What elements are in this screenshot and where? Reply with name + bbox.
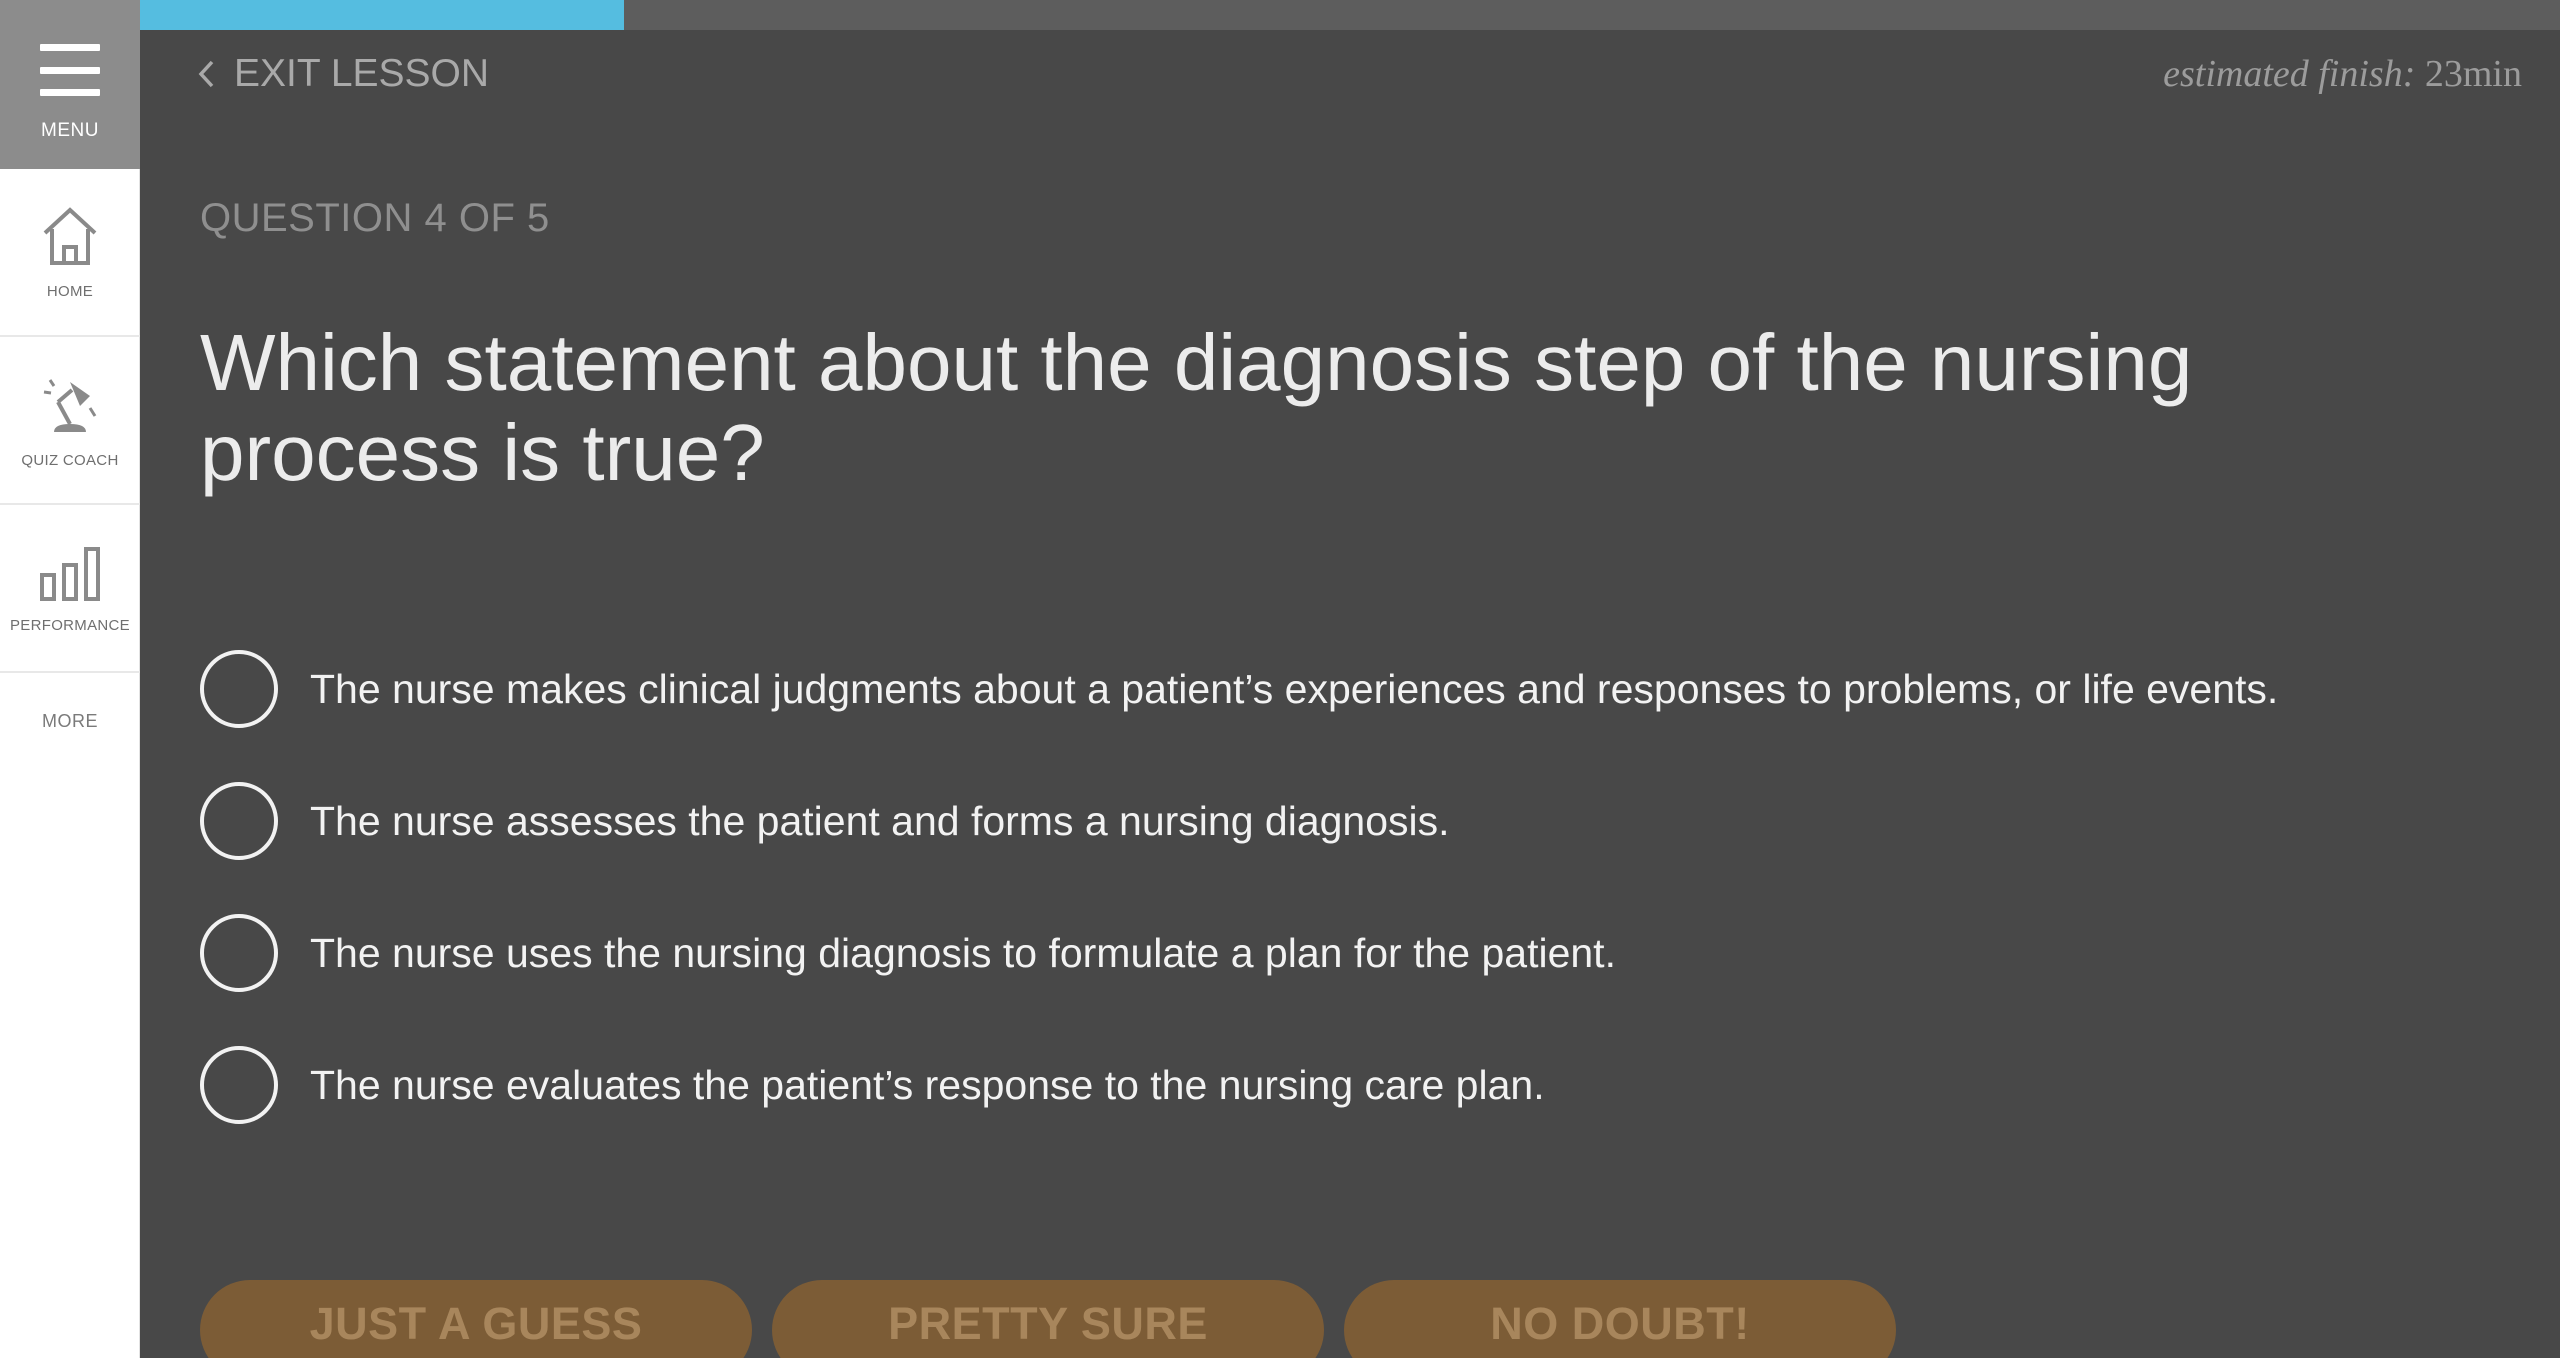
just-a-guess-button[interactable]: JUST A GUESS <box>200 1280 752 1358</box>
lesson-progress-bar <box>140 0 2560 30</box>
radio-button[interactable] <box>200 1046 278 1124</box>
estimated-finish-value: 23min <box>2415 53 2522 95</box>
sidebar-item-label: PERFORMANCE <box>10 616 130 634</box>
sidebar-item-performance[interactable]: PERFORMANCE <box>0 505 140 673</box>
sidebar: MENU HOME QUIZ COACH PERFORMANCE MORE <box>0 0 140 1358</box>
sidebar-item-label: HOME <box>46 282 94 300</box>
chevron-left-icon <box>198 60 214 88</box>
answer-choice-text: The nurse uses the nursing diagnosis to … <box>310 929 1616 976</box>
pretty-sure-button[interactable]: PRETTY SURE <box>772 1280 1324 1358</box>
radio-button[interactable] <box>200 650 278 728</box>
sidebar-item-label: QUIZ COACH <box>21 451 119 469</box>
confidence-buttons: JUST A GUESS PRETTY SURE NO DOUBT! <box>200 1280 1896 1358</box>
answer-choice[interactable]: The nurse assesses the patient and forms… <box>200 782 2278 860</box>
exit-lesson-button[interactable]: EXIT LESSON <box>196 52 489 96</box>
more-button[interactable]: MORE <box>0 673 140 769</box>
answer-choice-text: The nurse evaluates the patient’s respon… <box>310 1061 1545 1108</box>
radio-button[interactable] <box>200 782 278 860</box>
menu-label: MENU <box>41 120 99 141</box>
question-counter: QUESTION 4 OF 5 <box>200 196 550 240</box>
desk-lamp-icon <box>43 378 97 432</box>
question-text: Which statement about the diagnosis step… <box>200 318 2193 497</box>
answer-choices: The nurse makes clinical judgments about… <box>200 650 2278 1178</box>
no-doubt-button[interactable]: NO DOUBT! <box>1344 1280 1896 1358</box>
answer-choice-text: The nurse makes clinical judgments about… <box>310 665 2279 712</box>
exit-lesson-label: EXIT LESSON <box>234 52 490 95</box>
answer-choice[interactable]: The nurse makes clinical judgments about… <box>200 650 2278 728</box>
lesson-progress-fill <box>140 0 624 30</box>
answer-choice-text: The nurse assesses the patient and forms… <box>310 797 1450 844</box>
hamburger-icon <box>40 44 100 96</box>
sidebar-item-home[interactable]: HOME <box>0 169 140 337</box>
radio-button[interactable] <box>200 914 278 992</box>
answer-choice[interactable]: The nurse evaluates the patient’s respon… <box>200 1046 2278 1124</box>
sidebar-item-quiz-coach[interactable]: QUIZ COACH <box>0 337 140 505</box>
menu-button[interactable]: MENU <box>0 0 140 169</box>
answer-choice[interactable]: The nurse uses the nursing diagnosis to … <box>200 914 2278 992</box>
home-icon <box>43 206 97 265</box>
estimated-finish-label: estimated finish: <box>2163 53 2416 95</box>
bar-chart-icon <box>40 546 100 601</box>
estimated-finish: estimated finish: 23min <box>2163 52 2522 96</box>
